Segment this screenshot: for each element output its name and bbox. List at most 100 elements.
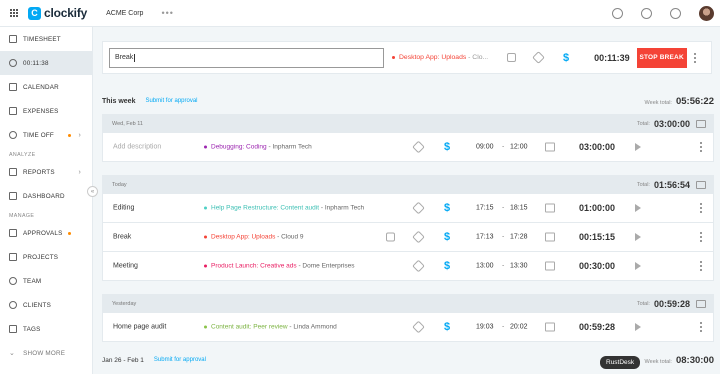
apps-grid-icon[interactable] xyxy=(10,8,19,18)
entry-project[interactable]: Debugging: Coding - Inpharm Tech xyxy=(204,144,312,151)
sidebar-item-calendar[interactable]: CALENDAR xyxy=(0,75,92,99)
entry-duration[interactable]: 03:00:00 xyxy=(579,142,615,152)
sidebar-item-timesheet[interactable]: TIMESHEET xyxy=(0,27,92,51)
timer-more-icon[interactable] xyxy=(694,52,697,63)
project-color-dot xyxy=(204,145,207,149)
entry-description[interactable]: Home page audit xyxy=(113,324,166,331)
workspace-more-icon[interactable]: ••• xyxy=(161,8,173,18)
bell-icon[interactable] xyxy=(641,8,652,19)
sidebar-item-reports[interactable]: REPORTS › xyxy=(0,160,92,184)
logo[interactable]: C clockify xyxy=(28,6,87,20)
time-entry-row[interactable]: Add description Debugging: Coding - Inph… xyxy=(102,133,714,162)
time-entry-row[interactable]: Home page audit Content audit: Peer revi… xyxy=(102,313,714,342)
break-cup-icon[interactable] xyxy=(507,53,516,62)
sidebar-show-more[interactable]: ⌄ SHOW MORE xyxy=(0,341,92,365)
sidebar-item-label: REPORTS xyxy=(23,168,55,176)
bulk-edit-icon[interactable] xyxy=(696,299,706,308)
play-icon[interactable] xyxy=(635,323,641,331)
play-icon[interactable] xyxy=(635,233,641,241)
entry-more-icon[interactable] xyxy=(699,203,702,213)
day-label: Wed, Feb 11 xyxy=(112,120,143,127)
entry-duration[interactable]: 01:00:00 xyxy=(579,203,615,213)
sidebar-item-dashboard[interactable]: DASHBOARD xyxy=(0,184,92,208)
entry-description[interactable]: Meeting xyxy=(113,263,138,270)
entry-project[interactable]: Product Launch: Creative ads - Dome Ente… xyxy=(204,263,354,270)
break-cup-icon[interactable] xyxy=(386,232,395,242)
entry-description[interactable]: Editing xyxy=(113,205,134,212)
main-content: Break Desktop App: Uploads - Clo... $ 00… xyxy=(93,27,720,374)
sidebar-item-tags[interactable]: TAGS xyxy=(0,317,92,341)
sidebar-item-projects[interactable]: PROJECTS xyxy=(0,245,92,269)
play-icon[interactable] xyxy=(635,143,641,151)
document-icon xyxy=(9,253,17,261)
time-separator: - xyxy=(502,204,505,212)
tag-icon[interactable] xyxy=(412,259,425,273)
avatar[interactable] xyxy=(699,6,714,21)
entry-project[interactable]: Content audit: Peer review - Linda Ammon… xyxy=(204,324,337,331)
tag-icon[interactable] xyxy=(412,230,425,244)
description-input[interactable]: Break xyxy=(109,47,384,68)
sidebar-item-clients[interactable]: CLIENTS xyxy=(0,293,92,317)
tag-icon[interactable] xyxy=(412,320,425,334)
sidebar-item-time-tracker[interactable]: 00:11:38 xyxy=(0,51,92,75)
entry-start-time[interactable]: 09:00 xyxy=(476,144,494,151)
entry-project-name: Debugging: Coding xyxy=(211,143,267,151)
calendar-icon[interactable] xyxy=(545,203,555,213)
billable-dollar-icon[interactable]: $ xyxy=(444,202,450,214)
time-entry-row[interactable]: Break Desktop App: Uploads - Cloud 9 $ 1… xyxy=(102,223,714,252)
billable-dollar-icon[interactable]: $ xyxy=(563,52,569,64)
entry-description[interactable]: Break xyxy=(113,234,131,241)
entry-end-time[interactable]: 13:30 xyxy=(510,263,528,270)
billable-dollar-icon[interactable]: $ xyxy=(444,141,450,153)
submit-for-approval-link[interactable]: Submit for approval xyxy=(145,98,197,104)
calendar-icon[interactable] xyxy=(545,142,555,152)
sidebar-item-expenses[interactable]: EXPENSES xyxy=(0,99,92,123)
play-icon[interactable] xyxy=(635,204,641,212)
tag-icon[interactable] xyxy=(412,140,425,154)
sidebar-item-approvals[interactable]: APPROVALS xyxy=(0,221,92,245)
tag-icon[interactable] xyxy=(532,51,545,64)
integrations-icon[interactable] xyxy=(612,8,623,19)
help-icon[interactable] xyxy=(670,8,681,19)
entry-project[interactable]: Desktop App: Uploads - Cloud 9 xyxy=(204,234,304,241)
entry-start-time[interactable]: 19:03 xyxy=(476,324,494,331)
entry-more-icon[interactable] xyxy=(699,261,702,271)
submit-for-approval-link[interactable]: Submit for approval xyxy=(154,357,206,363)
time-entry-row[interactable]: Meeting Product Launch: Creative ads - D… xyxy=(102,252,714,281)
entry-project[interactable]: Help Page Restructure: Content audit - I… xyxy=(204,205,364,212)
time-entry-row[interactable]: Editing Help Page Restructure: Content a… xyxy=(102,194,714,223)
entry-end-time[interactable]: 20:02 xyxy=(510,324,528,331)
entry-project-name: Content audit: Peer review xyxy=(211,323,288,331)
timer-project-picker[interactable]: Desktop App: Uploads - Clo... xyxy=(392,54,492,61)
entry-duration[interactable]: 00:59:28 xyxy=(579,322,615,332)
bulk-edit-icon[interactable] xyxy=(696,119,706,128)
calendar-icon[interactable] xyxy=(545,232,555,242)
chevron-right-icon: › xyxy=(78,168,81,176)
play-icon[interactable] xyxy=(635,262,641,270)
stop-break-button[interactable]: STOP BREAK xyxy=(636,47,687,68)
workspace-name[interactable]: ACME Corp xyxy=(106,10,143,17)
bulk-edit-icon[interactable] xyxy=(696,180,706,189)
sidebar-item-time-off[interactable]: TIME OFF › xyxy=(0,123,92,147)
entry-start-time[interactable]: 17:13 xyxy=(476,234,494,241)
sidebar-item-team[interactable]: TEAM xyxy=(0,269,92,293)
entry-start-time[interactable]: 17:15 xyxy=(476,205,494,212)
entry-end-time[interactable]: 18:15 xyxy=(510,205,528,212)
entry-duration[interactable]: 00:30:00 xyxy=(579,261,615,271)
entry-duration[interactable]: 00:15:15 xyxy=(579,232,615,242)
calendar-icon[interactable] xyxy=(545,261,555,271)
entry-end-time[interactable]: 12:00 xyxy=(510,144,528,151)
entry-more-icon[interactable] xyxy=(699,142,702,152)
entry-end-time[interactable]: 17:28 xyxy=(510,234,528,241)
entry-description[interactable]: Add description xyxy=(113,144,161,151)
billable-dollar-icon[interactable]: $ xyxy=(444,260,450,272)
billable-dollar-icon[interactable]: $ xyxy=(444,231,450,243)
entry-more-icon[interactable] xyxy=(699,322,702,332)
entry-more-icon[interactable] xyxy=(699,232,702,242)
billable-dollar-icon[interactable]: $ xyxy=(444,321,450,333)
calendar-icon[interactable] xyxy=(545,322,555,332)
tag-icon[interactable] xyxy=(412,201,425,215)
entry-start-time[interactable]: 13:00 xyxy=(476,263,494,270)
top-bar: C clockify ACME Corp ••• xyxy=(0,0,720,27)
team-icon xyxy=(9,277,17,285)
